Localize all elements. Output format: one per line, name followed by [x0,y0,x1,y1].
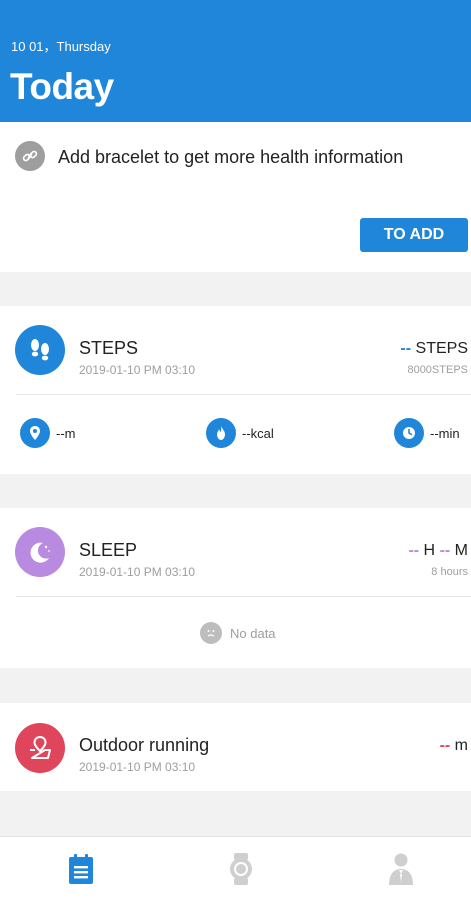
location-pin-icon [20,418,50,448]
moon-icon [15,527,65,577]
steps-card[interactable] [0,306,471,474]
bracelet-message: Add bracelet to get more health informat… [58,147,404,167]
steps-title: STEPS [79,338,139,358]
running-map-icon [15,723,65,773]
sleep-title: SLEEP [79,540,138,560]
header-date: 10 01，Thursday [11,39,111,54]
sleep-minutes-unit: M [454,542,468,559]
calories-stat: --kcal [206,418,274,448]
sleep-timestamp: 2019-01-10 PM 03:10 [79,565,196,579]
divider [16,394,471,395]
steps-value: -- STEPS [400,340,468,358]
running-value-unit: m [454,737,468,754]
sad-face-icon [200,622,222,644]
today-icon[interactable] [63,851,99,887]
page-title: Today [10,66,114,107]
steps-timestamp: 2019-01-10 PM 03:10 [79,363,196,377]
no-data-label: No data [230,625,276,641]
footprints-icon [15,325,65,375]
steps-value-dash: -- [400,340,412,357]
running-value: -- m [440,737,468,755]
clock-icon [394,418,424,448]
distance-stat: --m [20,418,76,448]
sleep-value: -- H -- M [408,542,468,560]
duration-value: --min [430,425,460,441]
sleep-card[interactable] [0,508,471,668]
app-header: 10 01，Thursday Today [0,0,471,122]
running-value-dash: -- [439,737,451,754]
flame-icon [206,418,236,448]
divider [16,596,471,597]
distance-value: --m [56,425,76,441]
sleep-hours-unit: H [423,542,436,559]
watch-icon[interactable] [223,851,259,887]
outdoor-running-card[interactable] [0,703,471,791]
running-timestamp: 2019-01-10 PM 03:10 [79,760,196,774]
sleep-goal: 8 hours [431,566,468,578]
sleep-minutes-dash: -- [439,542,451,559]
to-add-button[interactable]: TO ADD [360,218,468,252]
duration-stat: --min [394,418,460,448]
steps-value-unit: STEPS [415,340,468,357]
calories-value: --kcal [242,425,274,441]
bottom-nav [0,836,471,900]
sleep-hours-dash: -- [408,542,420,559]
link-icon [15,141,45,171]
profile-icon[interactable] [383,851,419,887]
running-title: Outdoor running [79,735,210,755]
no-data-indicator: No data [200,622,276,644]
steps-goal: 8000STEPS [407,364,468,376]
